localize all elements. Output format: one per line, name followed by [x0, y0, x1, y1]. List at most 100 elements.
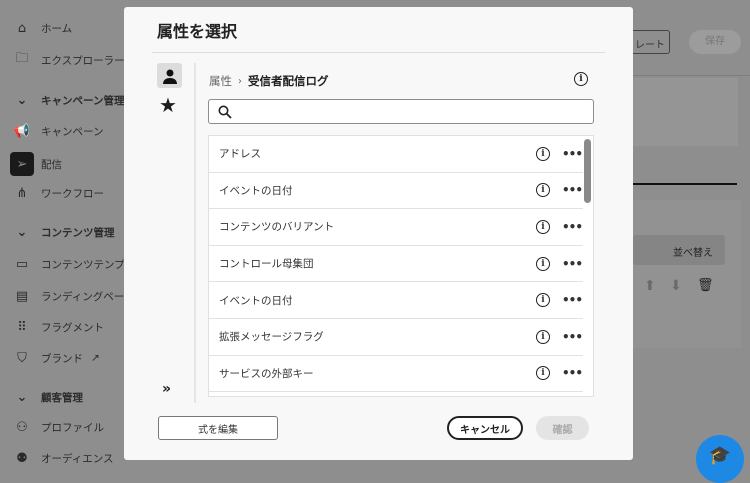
sidebar-item-label: コンテンツ管理 — [41, 226, 115, 239]
sidebar-section[interactable]: ⌄ キャンペーン管理 — [12, 90, 125, 110]
info-icon[interactable]: i — [574, 72, 588, 86]
attribute-label: コントロール母集団 — [219, 258, 314, 271]
search-icon — [218, 105, 232, 119]
chevron-right-icon: › — [238, 75, 242, 87]
panel — [633, 78, 738, 146]
template-icon: ▭ — [15, 256, 29, 272]
help-button[interactable]: 🎓 — [696, 435, 744, 483]
sidebar-item-label: ワークフロー — [41, 187, 104, 200]
move-up-icon[interactable]: ⬆ — [644, 278, 656, 294]
landing-page-icon: ▤ — [15, 288, 29, 304]
edit-expression-button[interactable]: 式を編集 — [158, 416, 278, 440]
sidebar-item-label: ランディングペー — [41, 290, 125, 303]
expand-chevron-icon[interactable]: » — [162, 381, 171, 397]
breadcrumb-current: 受信者配信ログ — [248, 74, 329, 88]
sidebar-item-label: オーディエンス — [41, 452, 114, 465]
sidebar-item-label: ホーム — [41, 22, 73, 35]
divider — [633, 75, 750, 76]
info-icon[interactable]: i — [536, 366, 550, 381]
info-icon[interactable]: i — [536, 329, 550, 344]
attribute-row[interactable]: コントロール母集団 i ••• — [209, 246, 583, 283]
attribute-label: 拡張メッセージフラグ — [219, 331, 324, 344]
info-icon[interactable]: i — [536, 219, 550, 234]
sidebar-item-label: エクスプローラー — [41, 54, 125, 67]
sidebar-item-label: フラグメント — [41, 321, 104, 334]
attribute-list: アドレス i ••• イベントの日付 i ••• コンテンツのバリアント i ••• コントロール… — [208, 135, 594, 397]
sidebar-item[interactable]: ⠿ フラグメント — [12, 317, 104, 337]
breadcrumb: 属性 › 受信者配信ログ — [209, 73, 329, 89]
attribute-row[interactable]: コンテンツのバリアント i ••• — [209, 209, 583, 246]
sidebar-item-label: コンテンツテンプ — [41, 258, 125, 271]
cancel-button[interactable]: キャンセル — [447, 416, 523, 440]
sidebar-item[interactable]: ▤ ランディングペー — [12, 286, 124, 306]
attribute-row[interactable]: イベントの日付 i ••• — [209, 173, 583, 210]
attribute-label: イベントの日付 — [219, 184, 293, 197]
attribute-label: イベントの日付 — [219, 294, 293, 307]
sidebar-item[interactable]: 📢 キャンペーン — [12, 121, 104, 141]
sidebar-section[interactable]: ⌄ 顧客管理 — [12, 387, 83, 407]
panel — [633, 200, 741, 348]
chevron-down-icon: ⌄ — [16, 224, 28, 240]
info-icon[interactable]: i — [536, 183, 550, 198]
tab-indicator — [633, 183, 737, 185]
attribute-label: サービスの外部キー — [219, 367, 314, 380]
chevron-down-icon: ⌄ — [16, 92, 28, 108]
divider — [152, 52, 605, 53]
attribute-row[interactable]: アドレス i ••• — [209, 136, 583, 173]
sidebar-item[interactable]: ⚉ オーディエンス — [12, 448, 114, 468]
external-link-icon[interactable]: ↗ — [91, 352, 100, 364]
sidebar-item-label: ブランド — [41, 352, 83, 365]
search-input[interactable] — [208, 99, 594, 124]
brand-icon: ⛉ — [17, 350, 27, 366]
sidebar-item[interactable]: ➢ 配信 — [10, 152, 62, 176]
sidebar-item[interactable]: ⋔ ワークフロー — [12, 183, 104, 203]
home-icon: ⌂ — [17, 20, 27, 36]
sidebar-item[interactable]: ⚇ プロファイル — [12, 417, 104, 437]
attribute-row[interactable]: 拡張メッセージフラグ i ••• — [209, 319, 583, 356]
sidebar-item[interactable]: 🗀 エクスプローラー — [12, 50, 125, 70]
workflow-icon: ⋔ — [16, 185, 28, 201]
more-icon[interactable]: ••• — [562, 147, 583, 161]
more-icon[interactable]: ••• — [562, 366, 583, 380]
folder-search-icon: 🗀 — [15, 51, 29, 66]
sidebar-item[interactable]: ▭ コンテンツテンプ — [12, 254, 125, 274]
sidebar-section[interactable]: ⌄ コンテンツ管理 — [12, 222, 115, 242]
select-attribute-dialog: 属性を選択 ★ » 属性 › 受信者配信ログ i アドレス i ••• イベントの日付… — [124, 7, 633, 460]
audience-icon: ⚉ — [16, 450, 28, 466]
fragment-icon: ⠿ — [17, 319, 27, 335]
sidebar-item-label: キャンペーン管理 — [41, 94, 125, 107]
confirm-button[interactable]: 確認 — [536, 416, 589, 440]
scrollbar[interactable] — [584, 139, 591, 203]
megaphone-icon: 📢 — [13, 123, 31, 139]
info-icon[interactable]: i — [536, 293, 550, 308]
attribute-rail: ★ » — [152, 63, 196, 403]
more-icon[interactable]: ••• — [562, 330, 583, 344]
more-icon[interactable]: ••• — [562, 220, 583, 234]
profile-icon: ⚇ — [16, 419, 28, 435]
star-icon[interactable]: ★ — [159, 93, 177, 117]
save-button[interactable]: 保存 — [689, 30, 741, 54]
person-icon[interactable] — [157, 63, 182, 88]
sidebar-item[interactable]: ⛉ ブランド ↗ — [12, 348, 100, 368]
sidebar-item-label: 顧客管理 — [41, 391, 83, 404]
breadcrumb-parent[interactable]: 属性 — [209, 73, 232, 89]
more-icon[interactable]: ••• — [562, 183, 583, 197]
sort-header[interactable]: 並べ替え — [633, 235, 725, 265]
chevron-down-icon: ⌄ — [16, 389, 28, 405]
sidebar-item[interactable]: ⌂ ホーム — [12, 18, 72, 38]
sidebar-item-label: プロファイル — [41, 421, 104, 434]
attribute-row[interactable]: サービスの外部キー i ••• — [209, 356, 583, 393]
attribute-label: コンテンツのバリアント — [219, 221, 335, 234]
info-icon[interactable]: i — [536, 146, 550, 161]
more-icon[interactable]: ••• — [562, 293, 583, 307]
more-icon[interactable]: ••• — [562, 257, 583, 271]
move-down-icon[interactable]: ⬇ — [670, 278, 682, 294]
trash-icon[interactable]: 🗑 — [697, 278, 714, 293]
dialog-title: 属性を選択 — [157, 22, 238, 41]
attribute-label: アドレス — [219, 148, 261, 161]
info-icon[interactable]: i — [536, 256, 550, 271]
sidebar-item-label: キャンペーン — [41, 125, 104, 138]
attribute-row[interactable]: イベントの日付 i ••• — [209, 282, 583, 319]
sidebar-item-label: 配信 — [41, 158, 62, 171]
send-icon: ➢ — [10, 152, 34, 176]
